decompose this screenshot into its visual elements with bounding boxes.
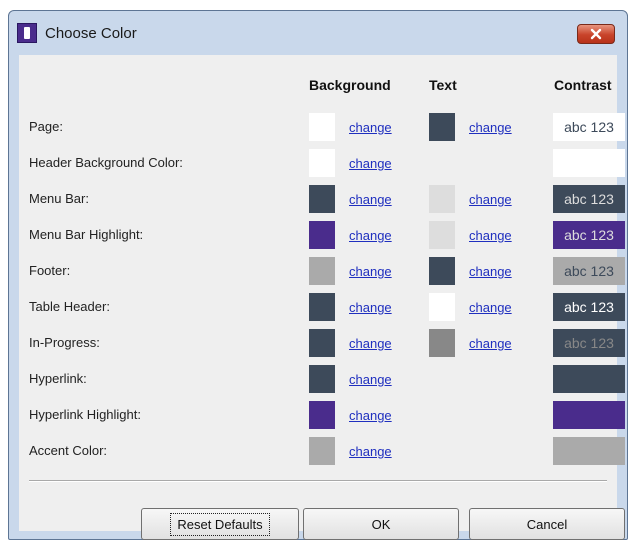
row-label: Footer: xyxy=(29,263,71,278)
color-row: Page: change change abc 123 xyxy=(19,109,625,145)
color-row: Hyperlink: change xyxy=(19,361,625,397)
app-icon xyxy=(17,23,37,43)
background-swatch xyxy=(309,185,335,213)
change-background-link[interactable]: change xyxy=(349,372,392,387)
background-swatch xyxy=(309,293,335,321)
change-text-link[interactable]: change xyxy=(469,228,512,243)
change-background-link[interactable]: change xyxy=(349,264,392,279)
row-label: Table Header: xyxy=(29,299,110,314)
color-row: Header Background Color: change xyxy=(19,145,625,181)
change-background-link[interactable]: change xyxy=(349,228,392,243)
color-row: In-Progress: change change abc 123 xyxy=(19,325,625,361)
row-label: Menu Bar: xyxy=(29,191,89,206)
text-swatch xyxy=(429,329,455,357)
contrast-preview: abc 123 xyxy=(553,185,625,213)
column-header-background: Background xyxy=(309,77,391,93)
change-background-link[interactable]: change xyxy=(349,444,392,459)
change-background-link[interactable]: change xyxy=(349,300,392,315)
ok-button[interactable]: OK xyxy=(303,508,459,540)
background-swatch xyxy=(309,365,335,393)
background-swatch xyxy=(309,113,335,141)
change-background-link[interactable]: change xyxy=(349,120,392,135)
column-header-contrast: Contrast xyxy=(554,77,612,93)
reset-defaults-button[interactable]: Reset Defaults xyxy=(141,508,299,540)
background-swatch xyxy=(309,437,335,465)
choose-color-dialog: Choose Color Background Text Contrast Pa… xyxy=(8,10,628,540)
color-row: Footer: change change abc 123 xyxy=(19,253,625,289)
contrast-preview xyxy=(553,149,625,177)
color-row: Hyperlink Highlight: change xyxy=(19,397,625,433)
change-text-link[interactable]: change xyxy=(469,120,512,135)
text-swatch xyxy=(429,185,455,213)
contrast-preview: abc 123 xyxy=(553,257,625,285)
background-swatch xyxy=(309,221,335,249)
change-text-link[interactable]: change xyxy=(469,300,512,315)
ok-label: OK xyxy=(371,516,391,532)
row-label: Hyperlink: xyxy=(29,371,87,386)
contrast-preview xyxy=(553,401,625,429)
column-header-text: Text xyxy=(429,77,457,93)
change-background-link[interactable]: change xyxy=(349,156,392,171)
contrast-preview xyxy=(553,365,625,393)
color-row: Table Header: change change abc 123 xyxy=(19,289,625,325)
close-button[interactable] xyxy=(577,24,615,44)
row-label: In-Progress: xyxy=(29,335,100,350)
contrast-preview: abc 123 xyxy=(553,293,625,321)
contrast-preview xyxy=(553,437,625,465)
window-title: Choose Color xyxy=(45,24,137,42)
background-swatch xyxy=(309,401,335,429)
dialog-body: Background Text Contrast Page: change chan… xyxy=(19,55,625,540)
change-background-link[interactable]: change xyxy=(349,336,392,351)
cancel-label: Cancel xyxy=(526,516,568,532)
text-swatch xyxy=(429,293,455,321)
background-swatch xyxy=(309,329,335,357)
text-swatch xyxy=(429,221,455,249)
background-swatch xyxy=(309,149,335,177)
change-text-link[interactable]: change xyxy=(469,336,512,351)
color-row: Accent Color: change xyxy=(19,433,625,469)
row-label: Accent Color: xyxy=(29,443,108,458)
contrast-preview: abc 123 xyxy=(553,221,625,249)
contrast-preview: abc 123 xyxy=(553,113,625,141)
row-label: Menu Bar Highlight: xyxy=(29,227,144,242)
cancel-button[interactable]: Cancel xyxy=(469,508,625,540)
separator xyxy=(29,480,607,482)
row-label: Page: xyxy=(29,119,63,134)
reset-defaults-label: Reset Defaults xyxy=(170,512,270,536)
row-label: Hyperlink Highlight: xyxy=(29,407,141,422)
change-text-link[interactable]: change xyxy=(469,264,512,279)
background-swatch xyxy=(309,257,335,285)
text-swatch xyxy=(429,257,455,285)
change-text-link[interactable]: change xyxy=(469,192,512,207)
color-row: Menu Bar Highlight: change change abc 123 xyxy=(19,217,625,253)
contrast-preview: abc 123 xyxy=(553,329,625,357)
change-background-link[interactable]: change xyxy=(349,192,392,207)
change-background-link[interactable]: change xyxy=(349,408,392,423)
text-swatch xyxy=(429,113,455,141)
row-label: Header Background Color: xyxy=(29,155,183,170)
title-bar[interactable]: Choose Color xyxy=(9,11,627,55)
close-icon xyxy=(590,28,602,40)
color-row: Menu Bar: change change abc 123 xyxy=(19,181,625,217)
